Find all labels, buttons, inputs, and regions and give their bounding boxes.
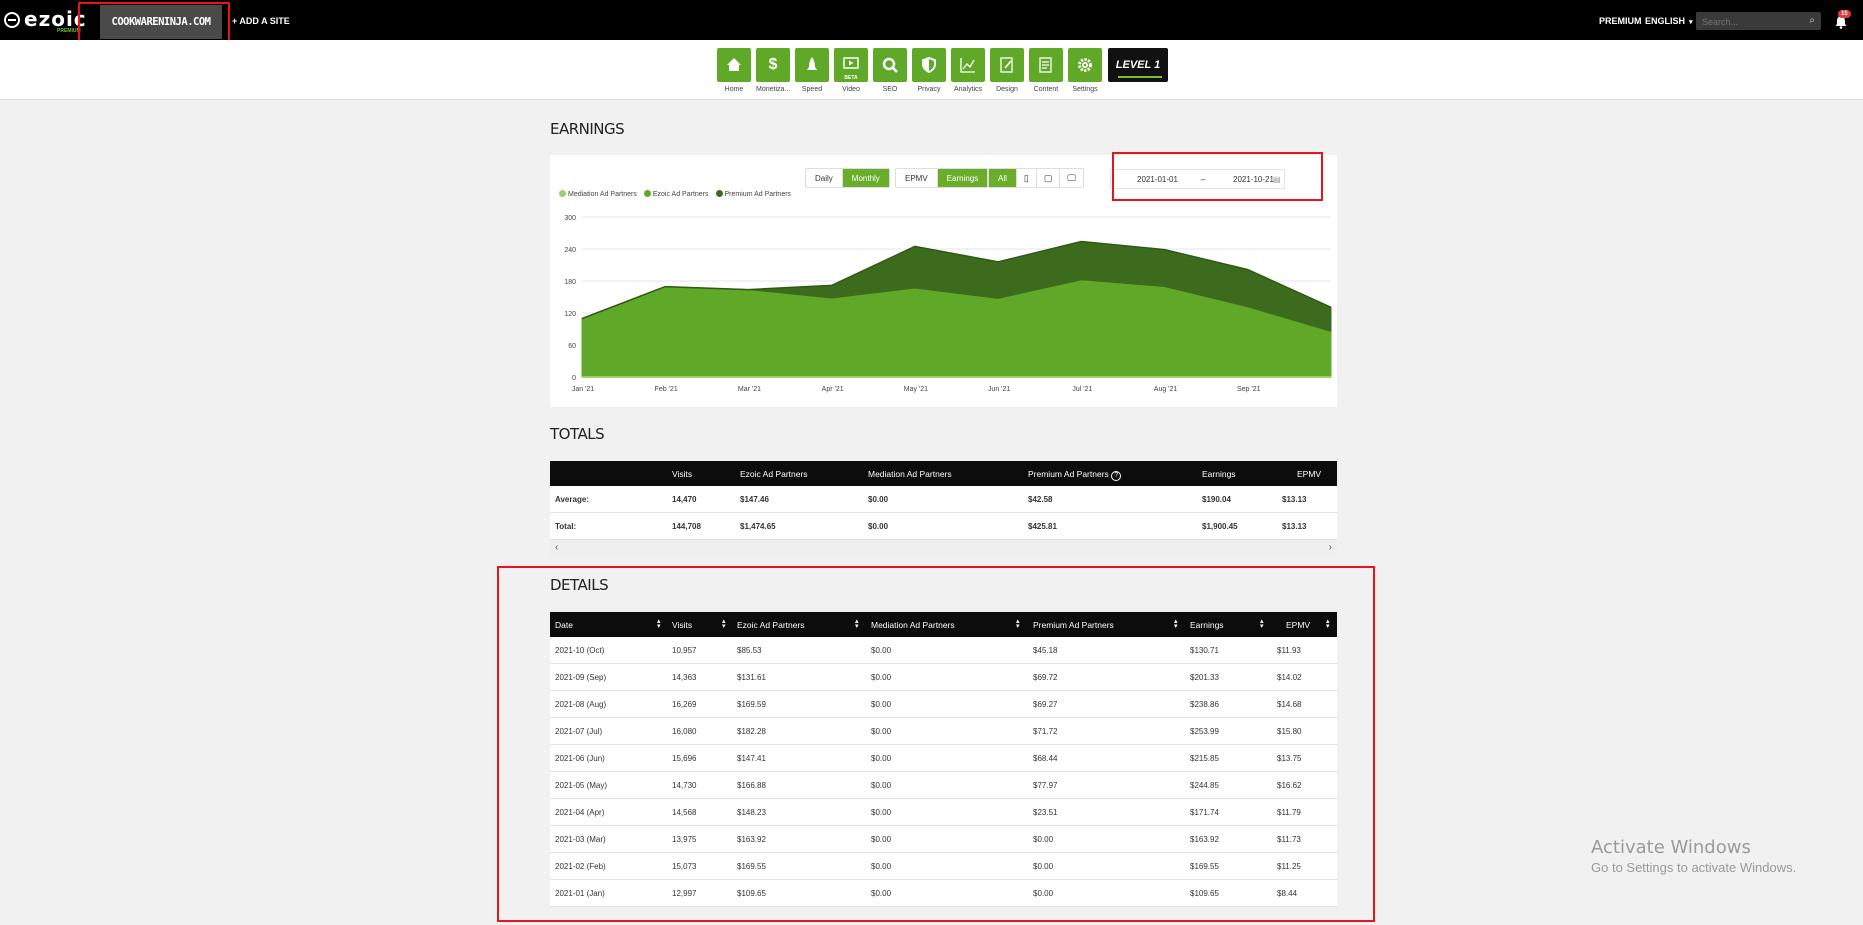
cell: $1,900.45 [1202,522,1238,531]
nav-label: Speed [801,86,823,93]
add-site-link[interactable]: + ADD A SITE [232,16,290,26]
cell: $1,474.65 [740,522,776,531]
nav-label: Video [842,86,860,93]
x-tick-label: Apr '21 [822,386,844,393]
x-tick-label: Jan '21 [572,386,594,393]
language-label: ENGLISH [1645,16,1686,26]
language-selector[interactable]: ENGLISH ▾ [1645,16,1693,26]
premium-link[interactable]: PREMIUM [1599,16,1642,26]
nav-label: Content [1033,86,1059,93]
nav-label: Analytics [953,86,982,93]
y-tick-label: 120 [564,311,576,318]
nav-seo[interactable]: SEO [873,48,907,93]
totals-table: Visits Ezoic Ad Partners Mediation Ad Pa… [550,461,1337,557]
nav-privacy[interactable]: Privacy [912,48,946,93]
y-tick-label: 180 [564,279,576,286]
dollar-icon: $ [756,48,790,82]
col-mediation: Mediation Ad Partners [868,469,952,479]
nav-content[interactable]: Content [1029,48,1063,93]
cell: 14,470 [672,495,697,504]
y-tick-label: 300 [564,215,576,222]
nav-monetization[interactable]: $ Monetiza... [756,48,791,93]
nav-label: Home [724,86,744,93]
nav-label: Settings [1072,86,1098,93]
nav-analytics[interactable]: Analytics [951,48,985,93]
search-box[interactable]: ⌕ [1696,12,1821,30]
nav-label: Privacy [917,86,941,93]
scroll-right-icon[interactable]: › [1329,542,1332,553]
magnifier-icon [873,48,907,82]
x-tick-label: Feb '21 [655,386,678,393]
scroll-left-icon[interactable]: ‹ [555,542,558,553]
totals-title: TOTALS [550,425,605,443]
cell: $0.00 [868,522,889,531]
nav-speed[interactable]: Speed [795,48,829,93]
nav-design[interactable]: Design [990,48,1024,93]
shield-icon [912,48,946,82]
totals-scrollbar[interactable]: ‹ › [550,540,1337,557]
line-chart-icon [951,48,985,82]
cell: $190.04 [1202,495,1231,504]
x-tick-label: Aug '21 [1154,386,1178,393]
ezoic-logo-icon [4,12,20,28]
cell: $0.00 [868,495,889,504]
nav-video[interactable]: BETA Video [834,48,868,93]
cell: $147.46 [740,495,769,504]
col-ezoic: Ezoic Ad Partners [740,469,808,479]
video-icon: BETA [834,48,868,82]
search-icon[interactable]: ⌕ [1809,15,1815,26]
gear-icon [1068,48,1102,82]
home-icon [717,48,751,82]
nav-bar: Home $ Monetiza... Speed BETA Video SEO … [0,40,1863,100]
rocket-icon [795,48,829,82]
help-icon[interactable]: ? [1111,471,1122,481]
x-tick-label: Jul '21 [1072,386,1092,393]
totals-header: Visits Ezoic Ad Partners Mediation Ad Pa… [550,461,1337,486]
notification-count-badge: 15 [1838,10,1851,18]
highlight-details [497,566,1375,922]
x-tick-label: Sep '21 [1237,386,1261,393]
beta-badge: BETA [844,75,858,81]
nav-home[interactable]: Home [717,48,751,93]
cell: $13.13 [1282,495,1307,504]
cell: $42.58 [1028,495,1053,504]
x-tick-label: Mar '21 [738,386,761,393]
earnings-title: EARNINGS [550,120,625,138]
windows-activation-watermark: Activate Windows Go to Settings to activ… [1591,837,1796,875]
y-tick-label: 0 [572,375,576,382]
x-tick-label: May '21 [904,386,928,393]
col-earnings: Earnings [1202,469,1236,479]
y-tick-label: 240 [564,247,576,254]
highlight-date-range [1112,152,1323,201]
row-label: Average: [555,495,589,504]
col-epmv: EPMV [1297,469,1322,479]
col-premium: Premium Ad Partners ? [1028,469,1122,481]
watermark-line2: Go to Settings to activate Windows. [1591,860,1797,875]
row-label: Total: [555,522,577,531]
document-icon [1029,48,1063,82]
nav-settings[interactable]: Settings [1068,48,1102,93]
watermark-line1: Activate Windows [1591,837,1751,858]
table-row: Average: 14,470 $147.46 $0.00 $42.58 $19… [550,486,1337,513]
nav-label: SEO [882,86,898,93]
y-tick-label: 60 [568,343,576,350]
col-visits: Visits [672,469,693,479]
nav-label: Design [996,86,1018,93]
cell: $13.13 [1282,522,1307,531]
search-input[interactable] [1696,14,1796,30]
cell: $425.81 [1028,522,1057,531]
table-row: Total: 144,708 $1,474.65 $0.00 $425.81 $… [550,513,1337,540]
pencil-icon [990,48,1024,82]
col-premium-label: Premium Ad Partners [1028,469,1109,479]
top-bar: ezoic PREMIUM COOKWARENINJA.COM + ADD A … [0,0,1863,40]
caret-down-icon: ▾ [1689,19,1693,26]
nav-label: Monetiza... [756,86,791,93]
x-tick-label: Jun '21 [988,386,1010,393]
cell: 144,708 [672,522,701,531]
level-progress-bar [1118,76,1162,78]
